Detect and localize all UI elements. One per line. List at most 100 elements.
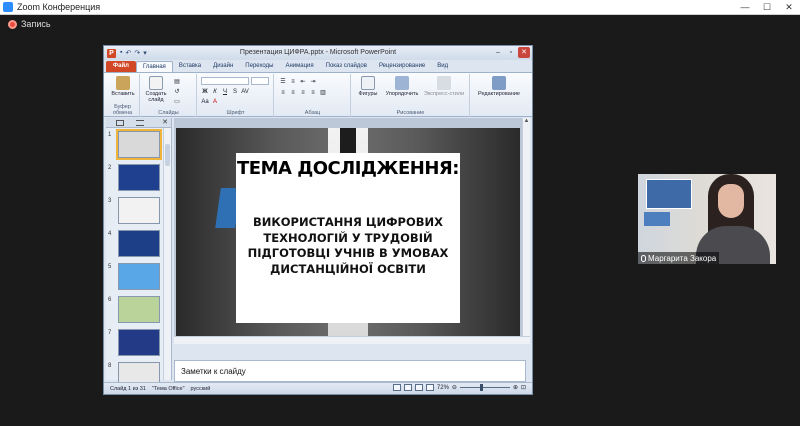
slide-thumbnail[interactable]: 7 bbox=[106, 328, 170, 358]
italic-button[interactable]: К bbox=[211, 88, 219, 96]
outline-tab-icon[interactable] bbox=[136, 120, 144, 126]
slide-thumbnail-number: 8 bbox=[108, 363, 112, 369]
slide-thumbnail[interactable]: 6 bbox=[106, 295, 170, 325]
reset-icon[interactable]: ↺ bbox=[173, 88, 181, 96]
slide-thumbnail-image bbox=[118, 197, 160, 224]
slide-horizontal-scrollbar[interactable] bbox=[174, 336, 530, 344]
zoom-in-icon[interactable]: ⊕ bbox=[513, 384, 518, 391]
maximize-button[interactable]: ☐ bbox=[756, 0, 778, 15]
layout-icon[interactable]: ▤ bbox=[173, 78, 181, 86]
slides-panel-scrollbar[interactable] bbox=[163, 128, 171, 380]
arrange-icon bbox=[395, 76, 409, 90]
notes-pane[interactable]: Заметки к слайду bbox=[174, 360, 526, 382]
list-buttons: ☰ ≡ ⇤ ⇥ bbox=[279, 78, 317, 86]
editing-button[interactable]: Редактирование bbox=[473, 76, 525, 97]
zoom-slider[interactable] bbox=[459, 384, 510, 391]
slide-thumbnail-image bbox=[118, 296, 160, 323]
shapes-button[interactable]: Фигуры bbox=[354, 76, 382, 97]
ppt-document-title: Презентация ЦИФРА.pptx - Microsoft Power… bbox=[239, 49, 397, 56]
section-icon[interactable]: ▭ bbox=[173, 98, 181, 106]
slide-thumbnail-image bbox=[116, 129, 162, 160]
tab-home[interactable]: Главная bbox=[135, 61, 173, 72]
new-slide-icon bbox=[149, 76, 163, 90]
slides-tab-icon[interactable] bbox=[116, 120, 124, 126]
scroll-up-icon[interactable]: ▲ bbox=[523, 118, 530, 124]
clipboard-group-label: Буфер обмена bbox=[112, 104, 133, 116]
slide-thumbnail[interactable]: 5 bbox=[106, 262, 170, 292]
tab-animations[interactable]: Анимация bbox=[279, 61, 319, 72]
slide-vertical-scrollbar[interactable]: ▲ bbox=[522, 118, 530, 336]
slide-thumbnail-image bbox=[118, 329, 160, 356]
tab-file[interactable]: Файл bbox=[106, 61, 136, 72]
arrange-button[interactable]: Упорядочить bbox=[382, 76, 422, 97]
tab-view[interactable]: Вид bbox=[431, 61, 454, 72]
slides-group: Создать слайд ▤ ↺ ▭ Слайды bbox=[141, 74, 197, 117]
slide-sorter-icon[interactable] bbox=[403, 384, 412, 391]
video-wall-poster bbox=[646, 179, 692, 209]
participant-name-tag: Маргарита Закора bbox=[638, 252, 720, 264]
align-center-icon[interactable]: ≡ bbox=[289, 89, 297, 97]
font-group: Ж К Ч S AV Aa A Шрифт bbox=[198, 74, 274, 117]
reading-view-icon[interactable] bbox=[414, 384, 423, 391]
ppt-close-button[interactable]: ✕ bbox=[518, 47, 530, 58]
font-group-label: Шрифт bbox=[226, 110, 245, 116]
zoom-window-title: Zoom Конференция bbox=[17, 2, 101, 12]
tab-review[interactable]: Рецензирование bbox=[373, 61, 431, 72]
language-indicator[interactable]: русский bbox=[191, 386, 211, 392]
close-panel-icon[interactable]: ✕ bbox=[162, 118, 168, 128]
minimize-button[interactable]: — bbox=[734, 0, 756, 15]
zoom-slider-knob[interactable] bbox=[479, 384, 483, 391]
slide-thumbnail[interactable]: 2 bbox=[106, 163, 170, 193]
outdent-icon[interactable]: ⇥ bbox=[309, 78, 317, 86]
tab-insert[interactable]: Вставка bbox=[173, 61, 207, 72]
zoom-window-controls: — ☐ ✕ bbox=[734, 0, 800, 15]
fit-to-window-icon[interactable]: ⊡ bbox=[521, 384, 526, 391]
editing-group: Редактирование bbox=[471, 74, 527, 117]
view-zoom-controls: 72% ⊖ ⊕ ⊡ bbox=[392, 384, 526, 391]
numbering-icon[interactable]: ≡ bbox=[289, 78, 297, 86]
close-button[interactable]: ✕ bbox=[778, 0, 800, 15]
strikethrough-button[interactable]: S bbox=[231, 88, 239, 96]
ppt-minimize-button[interactable]: – bbox=[492, 47, 504, 58]
notes-placeholder: Заметки к слайду bbox=[181, 367, 246, 376]
font-size-input[interactable] bbox=[251, 77, 269, 85]
font-name-input[interactable] bbox=[201, 77, 249, 85]
binoculars-icon bbox=[492, 76, 506, 90]
indent-icon[interactable]: ⇤ bbox=[299, 78, 307, 86]
underline-button[interactable]: Ч bbox=[221, 88, 229, 96]
slide-text-box[interactable]: ТЕМА ДОСЛІДЖЕННЯ: ВИКОРИСТАННЯ ЦИФРОВИХ … bbox=[236, 153, 460, 323]
paste-icon bbox=[116, 76, 130, 90]
zoom-app-icon bbox=[3, 2, 13, 12]
scrollbar-thumb[interactable] bbox=[165, 144, 170, 166]
ppt-maximize-button[interactable]: ▫ bbox=[505, 47, 517, 58]
zoom-level[interactable]: 72% bbox=[437, 385, 449, 391]
bullets-icon[interactable]: ☰ bbox=[279, 78, 287, 86]
slideshow-view-icon[interactable] bbox=[425, 384, 434, 391]
slide-thumbnail[interactable]: 1 bbox=[106, 129, 170, 160]
change-case-button[interactable]: Aa bbox=[201, 98, 209, 106]
recording-indicator[interactable]: Запись bbox=[8, 19, 51, 29]
slide-thumbnail[interactable]: 3 bbox=[106, 196, 170, 226]
tab-slideshow[interactable]: Показ слайдов bbox=[320, 61, 373, 72]
paste-button[interactable]: Вставить bbox=[108, 76, 138, 97]
quick-styles-button[interactable]: Экспресс-стили bbox=[422, 76, 466, 97]
tab-design[interactable]: Дизайн bbox=[207, 61, 239, 72]
font-color-button[interactable]: A bbox=[211, 98, 219, 106]
current-slide[interactable]: ТЕМА ДОСЛІДЖЕННЯ: ВИКОРИСТАННЯ ЦИФРОВИХ … bbox=[176, 128, 520, 336]
align-right-icon[interactable]: ≡ bbox=[299, 89, 307, 97]
slide-thumbnail-number: 1 bbox=[108, 132, 112, 138]
char-spacing-button[interactable]: AV bbox=[241, 88, 249, 96]
normal-view-icon[interactable] bbox=[392, 384, 401, 391]
bold-button[interactable]: Ж bbox=[201, 88, 209, 96]
video-wall-poster-small bbox=[644, 212, 670, 226]
tab-transitions[interactable]: Переходы bbox=[239, 61, 279, 72]
columns-icon[interactable]: ▥ bbox=[319, 89, 327, 97]
shapes-icon bbox=[361, 76, 375, 90]
slide-thumbnail[interactable]: 4 bbox=[106, 229, 170, 259]
slides-panel: ✕ 1 2 3 4 5 6 7 8 bbox=[106, 118, 172, 389]
align-left-icon[interactable]: ≡ bbox=[279, 89, 287, 97]
participant-video-tile[interactable]: Маргарита Закора bbox=[638, 174, 776, 264]
create-slide-button[interactable]: Создать слайд bbox=[143, 76, 169, 103]
justify-icon[interactable]: ≡ bbox=[309, 89, 317, 97]
zoom-out-icon[interactable]: ⊖ bbox=[452, 384, 457, 391]
